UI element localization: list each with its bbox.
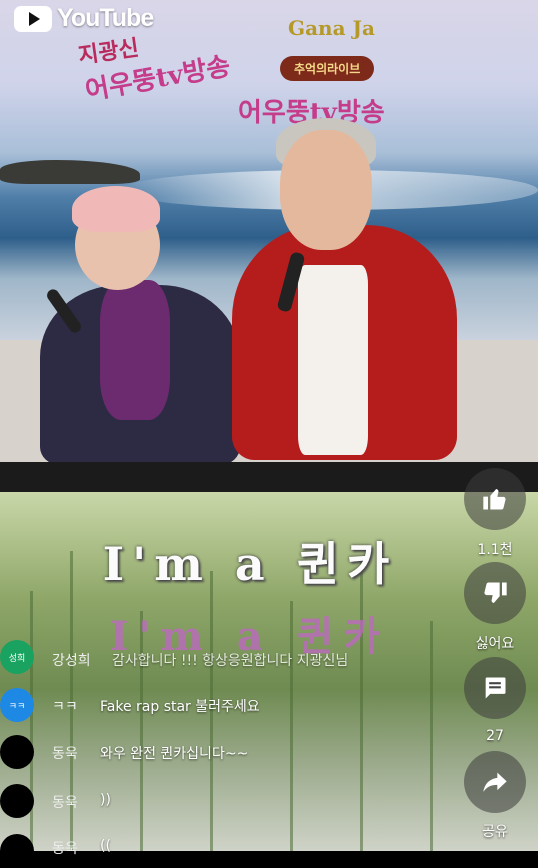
dislike-label: 싫어요 [475,636,515,652]
banner-subtitle: Gana Ja [288,16,375,40]
singer-man-face [280,130,372,250]
chat-text: 와우 완전 퀸카십니다~~ [100,746,249,762]
chat-avatar[interactable]: ㅋㅋ [0,688,34,722]
table-edge [0,462,538,492]
chat-avatar[interactable] [0,735,34,769]
chat-text: 감사합니다 !!! 항상응원합니다 지광신님 [112,653,349,669]
youtube-wordmark: YouTube [57,4,154,32]
youtube-logo[interactable]: YouTube [14,4,154,33]
chat-author: 동욱 [52,841,78,857]
chat-text: (( [100,838,111,854]
banner-badge: 추억의라이브 [280,56,375,81]
chat-avatar[interactable] [0,784,34,818]
rock-shape [0,160,140,184]
share-icon [483,772,507,792]
karaoke-lyric-current: I'm a 퀸카 [102,537,398,591]
thumbs-down-icon [484,582,507,604]
singer-woman-scarf [100,280,170,420]
video-player[interactable]: 지광신 어우뚱tv방송 어우뚱tv방송 Gana Ja 추억의라이브 I'm a… [0,0,538,851]
share-label: 공유 [482,824,508,840]
chat-author: 강성희 [52,653,91,669]
chat-author: ㅋㅋ [52,699,78,715]
youtube-play-icon [14,5,52,32]
comments-button[interactable] [464,657,526,719]
comment-icon [485,677,506,699]
singer-woman-hat [72,186,160,232]
like-button[interactable] [464,468,526,530]
dislike-button[interactable] [464,562,526,624]
chat-text: )) [100,792,111,808]
chat-author: 동욱 [52,746,78,762]
share-button[interactable] [464,751,526,813]
chat-avatar[interactable] [0,834,34,868]
chat-author: 동욱 [52,795,78,811]
like-count: 1.1천 [477,542,513,558]
thumbs-up-icon [483,488,506,510]
chat-text: Fake rap star 불러주세요 [100,699,260,715]
comment-count: 27 [486,728,504,744]
singer-man-shirt [298,265,368,455]
chat-avatar[interactable]: 성희 [0,640,34,674]
